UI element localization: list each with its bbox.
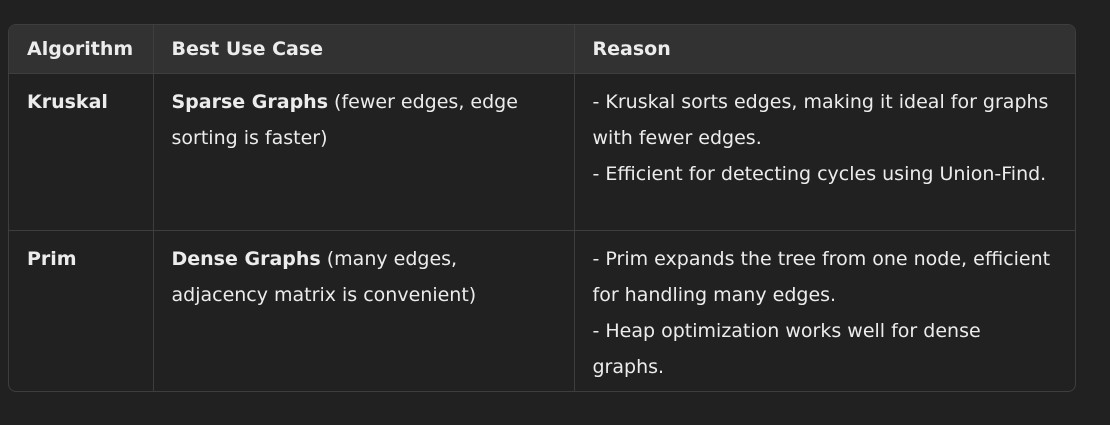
reason-line: - Kruskal sorts edges, making it ideal f… — [592, 91, 1049, 149]
table: Algorithm Best Use Case Reason Kruskal S… — [9, 25, 1075, 391]
table-row: Prim Dense Graphs (many edges, adjacency… — [9, 230, 1075, 391]
table-header: Algorithm Best Use Case Reason — [9, 25, 1075, 74]
reason-line: - Heap optimization works well for dense… — [592, 320, 981, 378]
comparison-table: Algorithm Best Use Case Reason Kruskal S… — [8, 24, 1076, 392]
reason-cell: - Prim expands the tree from one node, e… — [573, 230, 1075, 391]
use-case-cell: Sparse Graphs (fewer edges, edge sorting… — [152, 73, 574, 231]
use-case-title: Dense Graphs — [171, 248, 321, 270]
header-best-use-case: Best Use Case — [152, 25, 574, 74]
reason-line: - Efficient for detecting cycles using U… — [592, 163, 1047, 185]
table-body: Kruskal Sparse Graphs (fewer edges, edge… — [9, 73, 1075, 391]
reason-cell: - Kruskal sorts edges, making it ideal f… — [573, 73, 1075, 231]
algorithm-cell: Prim — [9, 230, 153, 391]
header-row: Algorithm Best Use Case Reason — [9, 25, 1075, 74]
use-case-cell: Dense Graphs (many edges, adjacency matr… — [152, 230, 574, 391]
use-case-title: Sparse Graphs — [171, 91, 329, 113]
algorithm-cell: Kruskal — [27, 91, 108, 113]
header-reason: Reason — [573, 25, 1075, 74]
header-algorithm: Algorithm — [9, 25, 153, 74]
table-row: Kruskal Sparse Graphs (fewer edges, edge… — [9, 73, 1075, 231]
reason-line: - Prim expands the tree from one node, e… — [592, 248, 1051, 306]
